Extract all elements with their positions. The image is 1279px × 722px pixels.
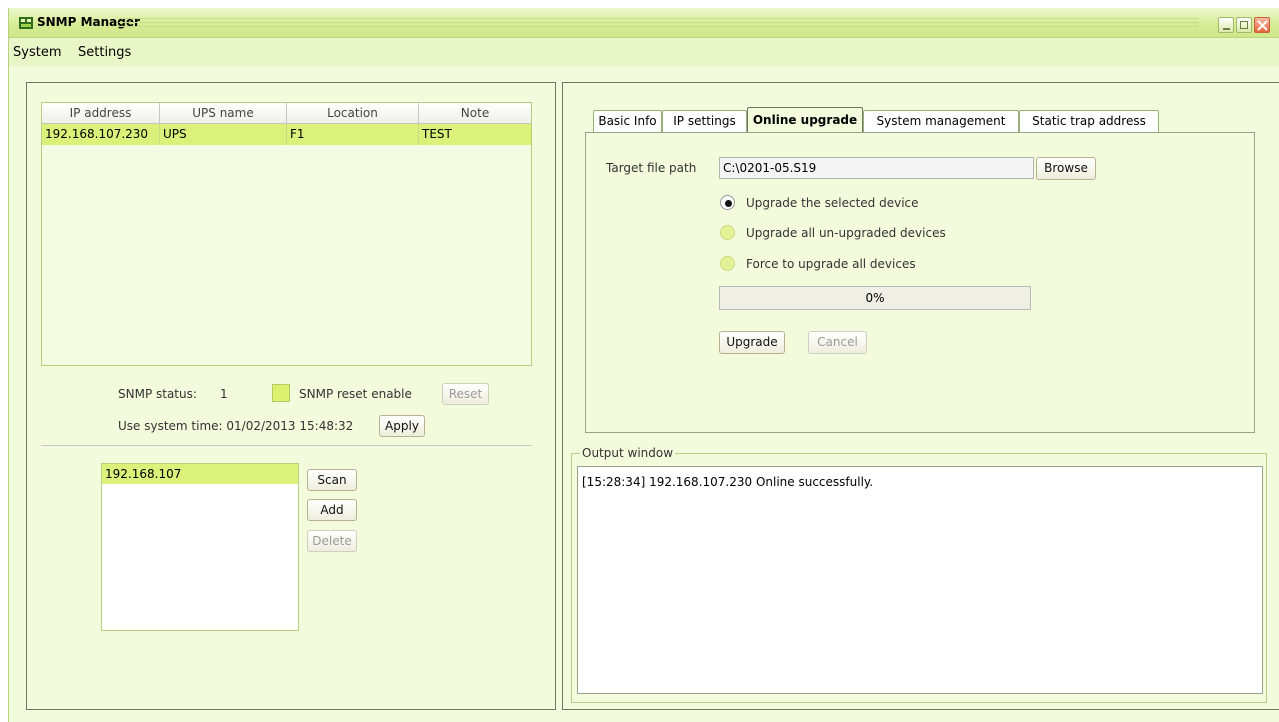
tab-online-upgrade[interactable]: Online upgrade bbox=[747, 107, 863, 133]
column-header-location[interactable]: Location bbox=[287, 103, 419, 124]
upgrade-button[interactable]: Upgrade bbox=[719, 331, 785, 354]
radio-upgrade-selected-label: Upgrade the selected device bbox=[746, 196, 919, 210]
delete-button[interactable]: Delete bbox=[307, 530, 357, 552]
menu-system[interactable]: System bbox=[13, 45, 61, 60]
device-panel: IP address UPS name Location Note 192.16… bbox=[26, 82, 556, 710]
online-upgrade-content: Target file path C:\0201-05.S19 Browse U… bbox=[585, 132, 1255, 433]
target-file-path-input[interactable]: C:\0201-05.S19 bbox=[719, 157, 1034, 179]
subnet-list[interactable]: 192.168.107 bbox=[101, 463, 299, 631]
cell-note: TEST bbox=[422, 127, 452, 141]
radio-force-upgrade-all-label: Force to upgrade all devices bbox=[746, 257, 916, 271]
radio-force-upgrade-all[interactable] bbox=[720, 256, 735, 271]
snmp-manager-window: SNMP Manager System Settings IP address … bbox=[8, 8, 1279, 722]
snmp-app-icon bbox=[19, 17, 33, 29]
close-icon bbox=[1257, 20, 1268, 31]
cancel-button[interactable]: Cancel bbox=[808, 331, 867, 354]
snmp-reset-enable-checkbox[interactable] bbox=[272, 384, 290, 402]
minimize-icon bbox=[1223, 28, 1230, 30]
radio-upgrade-selected[interactable] bbox=[720, 195, 735, 210]
apply-button[interactable]: Apply bbox=[379, 415, 425, 437]
upgrade-progress-bar: 0% bbox=[719, 286, 1031, 310]
tab-ip-settings[interactable]: IP settings bbox=[662, 110, 747, 132]
log-line: [15:28:34] 192.168.107.230 Online succes… bbox=[582, 475, 874, 489]
menu-settings[interactable]: Settings bbox=[78, 45, 131, 60]
close-button[interactable] bbox=[1254, 17, 1270, 33]
menu-bar: System Settings bbox=[9, 38, 1279, 66]
title-decoration bbox=[119, 26, 1199, 27]
column-header-ip[interactable]: IP address bbox=[42, 103, 160, 124]
minimize-button[interactable] bbox=[1218, 17, 1234, 33]
title-decoration bbox=[119, 18, 1199, 19]
output-window-legend: Output window bbox=[580, 446, 676, 460]
maximize-button[interactable] bbox=[1236, 17, 1252, 33]
output-window-group: Output window [15:28:34] 192.168.107.230… bbox=[571, 446, 1267, 703]
list-item[interactable]: 192.168.107 bbox=[102, 464, 298, 484]
snmp-reset-enable-label: SNMP reset enable bbox=[299, 387, 412, 401]
title-bar[interactable]: SNMP Manager bbox=[9, 8, 1279, 38]
reset-button[interactable]: Reset bbox=[442, 383, 489, 405]
scan-button[interactable]: Scan bbox=[307, 469, 357, 491]
column-header-note[interactable]: Note bbox=[419, 103, 531, 124]
system-time-label: Use system time: 01/02/2013 15:48:32 bbox=[118, 419, 354, 433]
browse-button[interactable]: Browse bbox=[1036, 157, 1096, 180]
snmp-status-label: SNMP status: bbox=[118, 387, 197, 401]
snmp-status-value: 1 bbox=[220, 387, 228, 401]
tab-system-management[interactable]: System management bbox=[863, 110, 1019, 132]
cell-ip: 192.168.107.230 bbox=[42, 124, 160, 145]
progress-text: 0% bbox=[865, 291, 885, 305]
cell-ups-name: UPS bbox=[160, 124, 287, 145]
target-file-path-label: Target file path bbox=[606, 161, 697, 175]
device-table: IP address UPS name Location Note 192.16… bbox=[41, 102, 532, 366]
add-button[interactable]: Add bbox=[307, 499, 357, 521]
output-log[interactable]: [15:28:34] 192.168.107.230 Online succes… bbox=[577, 466, 1263, 694]
radio-upgrade-all-unupgraded-label: Upgrade all un-upgraded devices bbox=[746, 226, 946, 240]
title-decoration bbox=[119, 22, 1199, 23]
table-row[interactable]: 192.168.107.230 UPS F1 TEST bbox=[42, 124, 531, 145]
divider bbox=[41, 445, 532, 446]
tab-static-trap-address[interactable]: Static trap address bbox=[1019, 110, 1159, 132]
maximize-icon bbox=[1240, 21, 1248, 29]
cell-location: F1 bbox=[287, 124, 419, 145]
settings-panel: Basic Info IP settings Online upgrade Sy… bbox=[562, 82, 1279, 710]
radio-upgrade-all-unupgraded[interactable] bbox=[720, 225, 735, 240]
column-header-ups-name[interactable]: UPS name bbox=[160, 103, 287, 124]
tab-basic-info[interactable]: Basic Info bbox=[593, 110, 662, 132]
